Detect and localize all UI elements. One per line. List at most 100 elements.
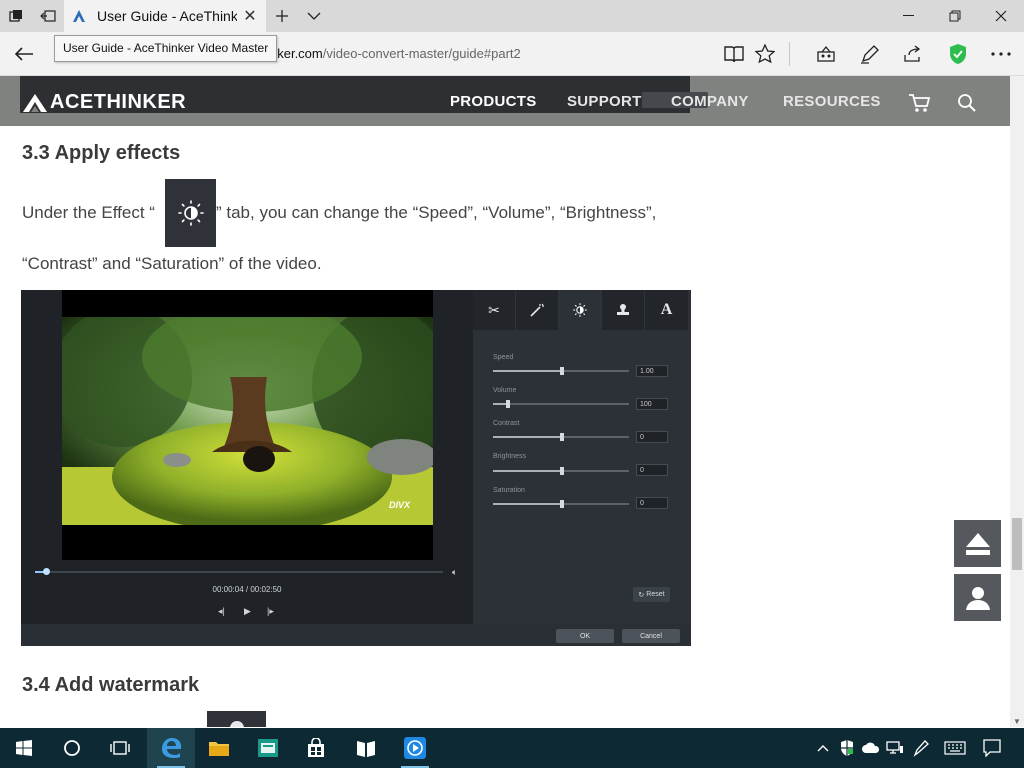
pen-workspace-icon[interactable]	[912, 738, 932, 758]
tab-manager-icon[interactable]	[0, 0, 32, 32]
speed-value-field: 1.00	[636, 365, 668, 377]
store-app-icon[interactable]	[244, 728, 292, 768]
file-explorer-icon[interactable]	[195, 728, 243, 768]
favorite-star-icon[interactable]	[751, 40, 779, 68]
brightness-effect-icon	[177, 200, 204, 226]
effect-panel: ✂ A Speed 1.00 Volume 100 Contrast 0 Bri…	[473, 290, 691, 624]
back-arrow-icon[interactable]	[8, 38, 40, 70]
menu-resources[interactable]: RESOURCES	[783, 93, 881, 110]
acethinker-favicon-icon	[73, 10, 85, 22]
speed-slider	[493, 367, 629, 375]
url-domain: nker.com	[270, 46, 323, 61]
tab-preview-chevron-icon[interactable]	[298, 0, 330, 32]
scroll-down-arrow-icon[interactable]: ▼	[1010, 716, 1024, 728]
scroll-to-top-button[interactable]	[954, 520, 1001, 567]
book-reader-icon[interactable]	[342, 728, 390, 768]
hub-icon[interactable]	[812, 40, 840, 68]
url-path: /video-convert-master/guide#part2	[322, 46, 521, 61]
tab-close-icon[interactable]: ✕	[240, 6, 260, 26]
acethinker-logo-icon	[23, 93, 47, 112]
touch-keyboard-icon[interactable]	[942, 738, 968, 758]
ok-button: OK	[556, 629, 614, 643]
video-player-area: DIVX 🔈︎ 00:00:04 / 00:02:50 ◂| ▶ |▸	[21, 290, 473, 624]
onedrive-cloud-icon[interactable]	[861, 738, 881, 758]
action-center-icon[interactable]	[982, 738, 1002, 758]
restore-icon[interactable]	[932, 0, 978, 32]
menu-support[interactable]: SUPPORT	[567, 93, 642, 110]
page-scrollbar[interactable]	[1010, 76, 1024, 727]
show-hidden-icons-chevron-icon[interactable]	[813, 738, 833, 758]
contact-support-button[interactable]	[954, 574, 1001, 621]
seek-bar-knob	[43, 568, 50, 575]
contrast-label: Contrast	[493, 420, 520, 427]
cart-icon[interactable]	[907, 92, 931, 114]
paragraph-effect-line1a: Under the Effect “	[22, 203, 155, 222]
saturation-label: Saturation	[493, 487, 525, 494]
shield-extension-icon[interactable]	[944, 40, 972, 68]
windows-store-bag-icon[interactable]	[292, 728, 340, 768]
heading-add-watermark: 3.4 Add watermark	[22, 674, 200, 696]
browser-tab-bar: User Guide - AceThinke ✕	[0, 0, 1024, 32]
new-tab-icon[interactable]	[266, 0, 298, 32]
task-view-icon[interactable]	[96, 728, 144, 768]
reading-view-icon[interactable]	[720, 40, 748, 68]
site-logo[interactable]: ACETHINKER	[22, 91, 186, 114]
user-icon	[965, 586, 990, 610]
close-window-icon[interactable]	[978, 0, 1024, 32]
subtitle-text-icon: A	[645, 290, 688, 330]
volume-label: Volume	[493, 387, 517, 394]
brightness-value-field: 0	[636, 464, 668, 476]
paragraph-effect-line2: “Contrast” and “Saturation” of the video…	[22, 254, 322, 273]
effect-tab-image	[165, 179, 216, 247]
minimize-icon[interactable]	[886, 0, 932, 32]
saturation-value-field: 0	[636, 497, 668, 509]
speed-label: Speed	[493, 354, 514, 361]
edge-browser-icon[interactable]	[147, 728, 195, 768]
divx-watermark: DIVX	[389, 500, 411, 510]
contrast-slider	[493, 433, 629, 441]
tab-tooltip: User Guide - AceThinker Video Master	[54, 35, 278, 62]
tab-title: User Guide - AceThinke	[97, 8, 237, 24]
cancel-button: Cancel	[622, 629, 680, 643]
watermark-tab-image	[207, 711, 266, 727]
brightness-label: Brightness	[493, 453, 527, 460]
brightness-slider	[493, 467, 629, 475]
saturation-slider	[493, 500, 629, 508]
reset-icon: ↻	[638, 591, 645, 599]
volume-slider	[493, 400, 629, 408]
paragraph-effect-line1b: ” tab, you can change the “Speed”, “Volu…	[216, 203, 657, 222]
time-readout: 00:00:04 / 00:02:50	[212, 585, 282, 594]
active-tab[interactable]: User Guide - AceThinke ✕	[64, 0, 266, 32]
reset-button: ↻ Reset	[633, 587, 670, 602]
address-bar[interactable]: nker.com/video-convert-master/guide#part…	[270, 46, 521, 61]
network-icon[interactable]	[885, 738, 905, 758]
heading-apply-effects: 3.3 Apply effects	[22, 142, 181, 164]
eject-up-icon	[965, 532, 990, 555]
effect-dialog-screenshot: DIVX 🔈︎ 00:00:04 / 00:02:50 ◂| ▶ |▸ ✂ A …	[21, 290, 691, 646]
prev-frame-icon: ◂|	[218, 606, 225, 616]
reset-label: Reset	[646, 591, 665, 598]
logo-text: ACETHINKER	[50, 91, 187, 113]
menu-products[interactable]: PRODUCTS	[450, 93, 537, 110]
nav-separator	[789, 42, 790, 66]
more-menu-icon[interactable]	[987, 40, 1015, 68]
volume-icon: 🔈︎	[452, 567, 458, 577]
search-icon[interactable]	[955, 92, 979, 114]
site-header: ACETHINKER PRODUCTS SUPPORT COMPANY RESO…	[0, 76, 1010, 126]
scrollbar-thumb[interactable]	[1012, 518, 1022, 570]
cortana-search-icon[interactable]	[48, 728, 96, 768]
menu-company[interactable]: COMPANY	[671, 93, 749, 110]
start-windows-icon[interactable]	[0, 728, 48, 768]
effect-brightness-tab-icon	[559, 290, 602, 330]
seek-bar	[35, 568, 443, 575]
defender-shield-tray-icon[interactable]	[837, 738, 857, 758]
set-aside-tabs-icon[interactable]	[32, 0, 64, 32]
web-note-pen-icon[interactable]	[856, 40, 884, 68]
trim-scissors-icon: ✂	[473, 290, 516, 330]
play-icon: ▶	[244, 606, 251, 616]
video-scene-image	[62, 317, 433, 525]
share-icon[interactable]	[899, 40, 927, 68]
windows-taskbar	[0, 728, 1024, 768]
video-master-app-icon[interactable]	[391, 728, 439, 768]
watermark-stamp-icon	[602, 290, 645, 330]
